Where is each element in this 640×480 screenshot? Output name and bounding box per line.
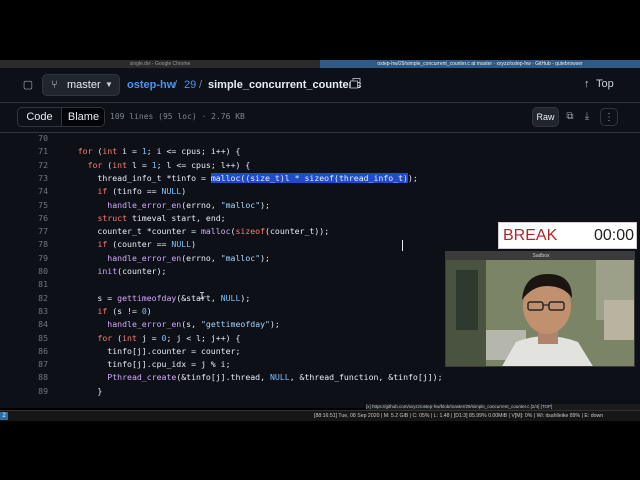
code-line-selected: 73 thread_info_t *tinfo = malloc((size_t…	[0, 172, 640, 185]
code-text: thread_info_t *tinfo = malloc((size_t)l …	[58, 172, 418, 183]
code-text: handle_error_en(s, "gettimeofday");	[107, 319, 280, 330]
raw-button[interactable]: Raw	[532, 107, 559, 127]
line-number: 72	[38, 159, 48, 170]
line-number: 88	[38, 372, 48, 383]
sidebar-expand-icon[interactable]: ▢	[22, 79, 34, 91]
chrome-window-title: single.dvi - Google Chrome	[0, 60, 320, 68]
break-timer: BREAK 00:00	[498, 222, 637, 249]
line-number: 71	[38, 146, 48, 157]
line-number: 79	[38, 252, 48, 263]
code-text: }	[58, 385, 103, 396]
code-text: if (counter == NULL)	[97, 239, 197, 250]
branch-name: master	[67, 79, 101, 91]
line-number: 73	[38, 172, 48, 183]
code-text: counter_t *counter = malloc(sizeof(count…	[58, 226, 330, 237]
tab-blame[interactable]: Blame	[61, 108, 104, 126]
webcam-title: Sadbox	[446, 252, 634, 260]
view-mode-switch: Code Blame	[17, 107, 105, 127]
code-text: handle_error_en(errno, "malloc");	[107, 199, 270, 210]
line-number: 70	[38, 133, 48, 143]
breadcrumb-file-name: simple_concurrent_counter.c	[208, 79, 362, 91]
code-line: 70	[0, 132, 640, 145]
code-text: if (tinfo == NULL)	[97, 186, 187, 197]
line-number: 89	[38, 385, 48, 396]
branch-selector-button[interactable]: ⑂ master ▼	[42, 74, 120, 96]
line-number: 82	[38, 292, 48, 303]
breadcrumb-separator: /	[199, 79, 203, 91]
code-line: 88 Pthread_create(&tinfo[j].thread, NULL…	[0, 371, 640, 384]
top-button[interactable]: Top	[596, 78, 614, 91]
line-number: 86	[38, 345, 48, 356]
code-line: 89 }	[0, 385, 640, 398]
break-label: BREAK	[503, 227, 558, 244]
symbols-panel-icon[interactable]: ⋮	[600, 108, 618, 126]
code-text: struct timeval start, end;	[97, 212, 226, 223]
code-text: for (int l = 1; l <= cpus; l++) {	[87, 159, 251, 170]
code-line: 72 for (int l = 1; l <= cpus; l++) {	[0, 159, 640, 172]
code-text: Pthread_create(&tinfo[j].thread, NULL, &…	[107, 372, 443, 383]
line-number: 77	[38, 226, 48, 237]
file-header: ▢ ⑂ master ▼ ostep-hw / 29 / simple_conc…	[0, 68, 640, 103]
line-number: 74	[38, 186, 48, 197]
download-icon[interactable]: ⤓	[579, 108, 595, 126]
code-line: 75 handle_error_en(errno, "malloc");	[0, 199, 640, 212]
system-status-bar: 2 [88:16:51] Tue, 08 Sep 2020 | M: 5.2 G…	[0, 410, 640, 421]
code-text: tinfo[j].counter = counter;	[58, 345, 241, 356]
copy-raw-icon[interactable]: ⧉	[562, 108, 578, 126]
line-number: 84	[38, 319, 48, 330]
line-number: 81	[38, 279, 48, 290]
line-number: 78	[38, 239, 48, 250]
git-branch-icon: ⑂	[51, 79, 58, 91]
breadcrumb-separator: /	[174, 79, 178, 91]
line-number: 87	[38, 359, 48, 370]
file-toolbar: Code Blame 109 lines (95 loc) · 2.76 KB …	[0, 102, 640, 133]
code-text: handle_error_en(errno, "malloc");	[107, 252, 270, 263]
break-countdown: 00:00	[594, 227, 635, 244]
qutebrowser-window-title: ostep-hw/29/simple_concurrent_counter.c …	[320, 60, 640, 68]
code-text: s = gettimeofday(&start, NULL);	[58, 292, 251, 303]
webcam-feed-image	[446, 260, 634, 366]
code-text: tinfo[j].cpu_idx = j % i;	[58, 359, 231, 370]
code-line: 74 if (tinfo == NULL)	[0, 185, 640, 198]
code-text: for (int i = 1; i <= cpus; i++) {	[77, 146, 241, 157]
workspace-indicator[interactable]: 2	[0, 412, 8, 420]
breadcrumb-repo-link[interactable]: ostep-hw	[127, 79, 175, 92]
tab-code[interactable]: Code	[18, 108, 61, 126]
code-text: if (s != 0)	[97, 305, 152, 316]
code-line: 71 for (int i = 1; i <= cpus; i++) {	[0, 145, 640, 158]
i-beam-cursor-icon: I	[199, 291, 206, 302]
line-number: 80	[38, 266, 48, 276]
selected-text: malloc((size_t)l * sizeof(thread_info_t)	[210, 172, 408, 183]
text-cursor	[402, 240, 403, 251]
chevron-down-icon: ▼	[105, 80, 113, 89]
code-text: for (int j = 0; j < l; j++) {	[97, 332, 241, 343]
code-text: init(counter);	[97, 266, 167, 276]
copy-path-icon[interactable]	[350, 78, 361, 89]
webcam-window[interactable]: Sadbox	[445, 251, 635, 367]
system-status-text: [88:16:51] Tue, 08 Sep 2020 | M: 5.2 GiB…	[314, 413, 604, 419]
line-number: 75	[38, 199, 48, 210]
breadcrumb-dir-link[interactable]: 29	[184, 79, 196, 92]
arrow-up-icon[interactable]: ↑	[584, 78, 590, 91]
line-number: 76	[38, 212, 48, 223]
line-number: 83	[38, 305, 48, 316]
file-stats: 109 lines (95 loc) · 2.76 KB	[110, 112, 245, 121]
line-number: 85	[38, 332, 48, 343]
